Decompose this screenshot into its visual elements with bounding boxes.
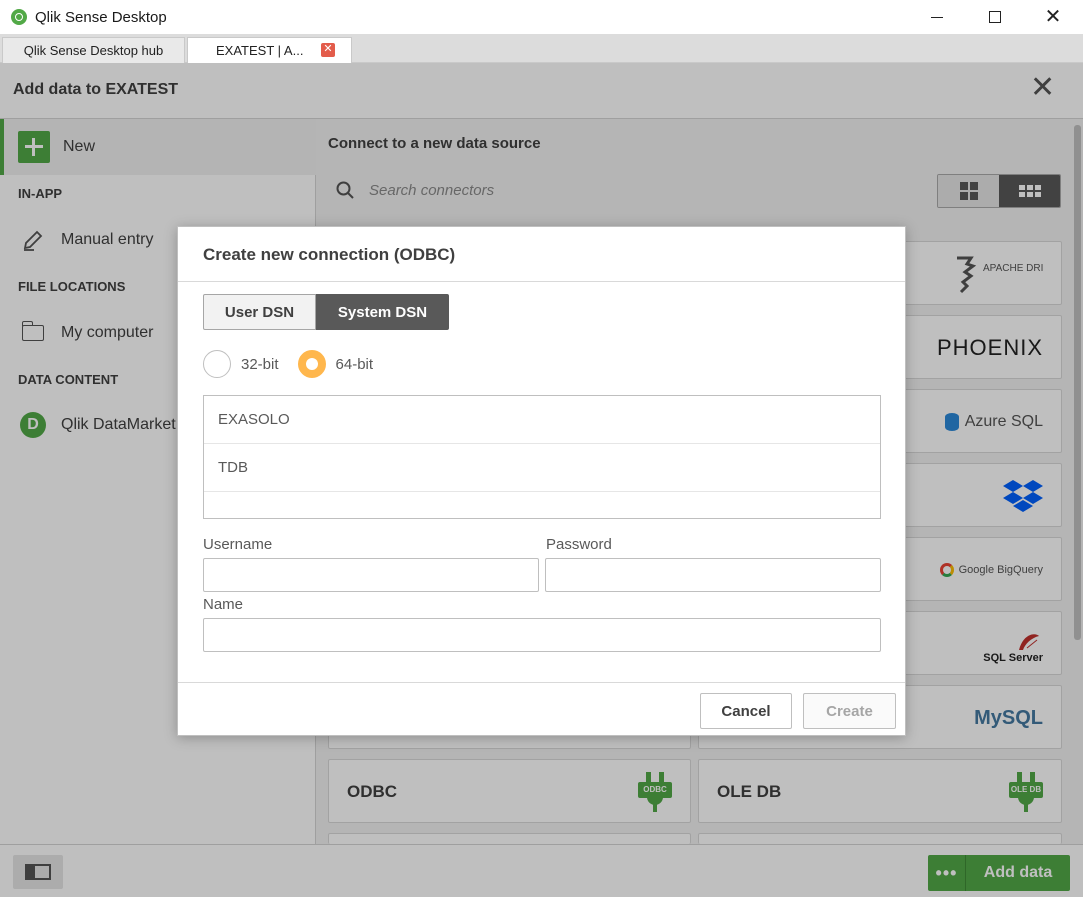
radio-32-bit[interactable]	[203, 350, 231, 378]
dialog-header: Create new connection (ODBC)	[178, 227, 905, 282]
maximize-button[interactable]	[966, 0, 1024, 34]
name-input[interactable]	[203, 618, 881, 652]
tab-app[interactable]: EXATEST | A... ✕	[187, 37, 352, 63]
bitness-radio-group: 32-bit 64-bit	[203, 349, 392, 379]
list-item[interactable]: TDB	[204, 444, 880, 492]
window-titlebar: Qlik Sense Desktop ✕	[0, 0, 1083, 34]
create-connection-dialog: Create new connection (ODBC) User DSN Sy…	[177, 226, 906, 736]
username-input[interactable]	[203, 558, 539, 592]
tab-hub[interactable]: Qlik Sense Desktop hub	[2, 37, 185, 63]
qlik-sense-icon	[11, 9, 27, 25]
password-label: Password	[546, 536, 612, 553]
tab-strip: Qlik Sense Desktop hub EXATEST | A... ✕	[0, 34, 1083, 63]
radio-64-bit-label: 64-bit	[335, 355, 374, 373]
user-dsn-button[interactable]: User DSN	[203, 294, 316, 330]
username-label: Username	[203, 536, 273, 553]
password-input[interactable]	[545, 558, 881, 592]
radio-32-bit-label: 32-bit	[241, 355, 279, 373]
maximize-icon	[989, 11, 1001, 23]
close-window-button[interactable]: ✕	[1024, 0, 1082, 34]
dsn-type-toggle: User DSN System DSN	[203, 294, 449, 330]
list-item[interactable]: EXASOLO	[204, 396, 880, 444]
minimize-button[interactable]	[908, 0, 966, 34]
create-button[interactable]: Create	[803, 693, 896, 729]
minimize-icon	[931, 16, 943, 18]
dialog-footer: Cancel Create	[178, 682, 905, 735]
tab-close-icon[interactable]: ✕	[321, 43, 335, 57]
name-label: Name	[203, 596, 244, 613]
cancel-button[interactable]: Cancel	[700, 693, 792, 729]
tab-app-label: EXATEST | A...	[216, 43, 304, 58]
close-icon: ✕	[1044, 6, 1062, 28]
dialog-title: Create new connection (ODBC)	[203, 245, 456, 264]
system-dsn-button[interactable]: System DSN	[316, 294, 449, 330]
dsn-list: EXASOLO TDB	[203, 395, 881, 519]
tab-hub-label: Qlik Sense Desktop hub	[23, 43, 164, 58]
window-title: Qlik Sense Desktop	[35, 8, 167, 26]
radio-64-bit[interactable]	[297, 350, 326, 378]
